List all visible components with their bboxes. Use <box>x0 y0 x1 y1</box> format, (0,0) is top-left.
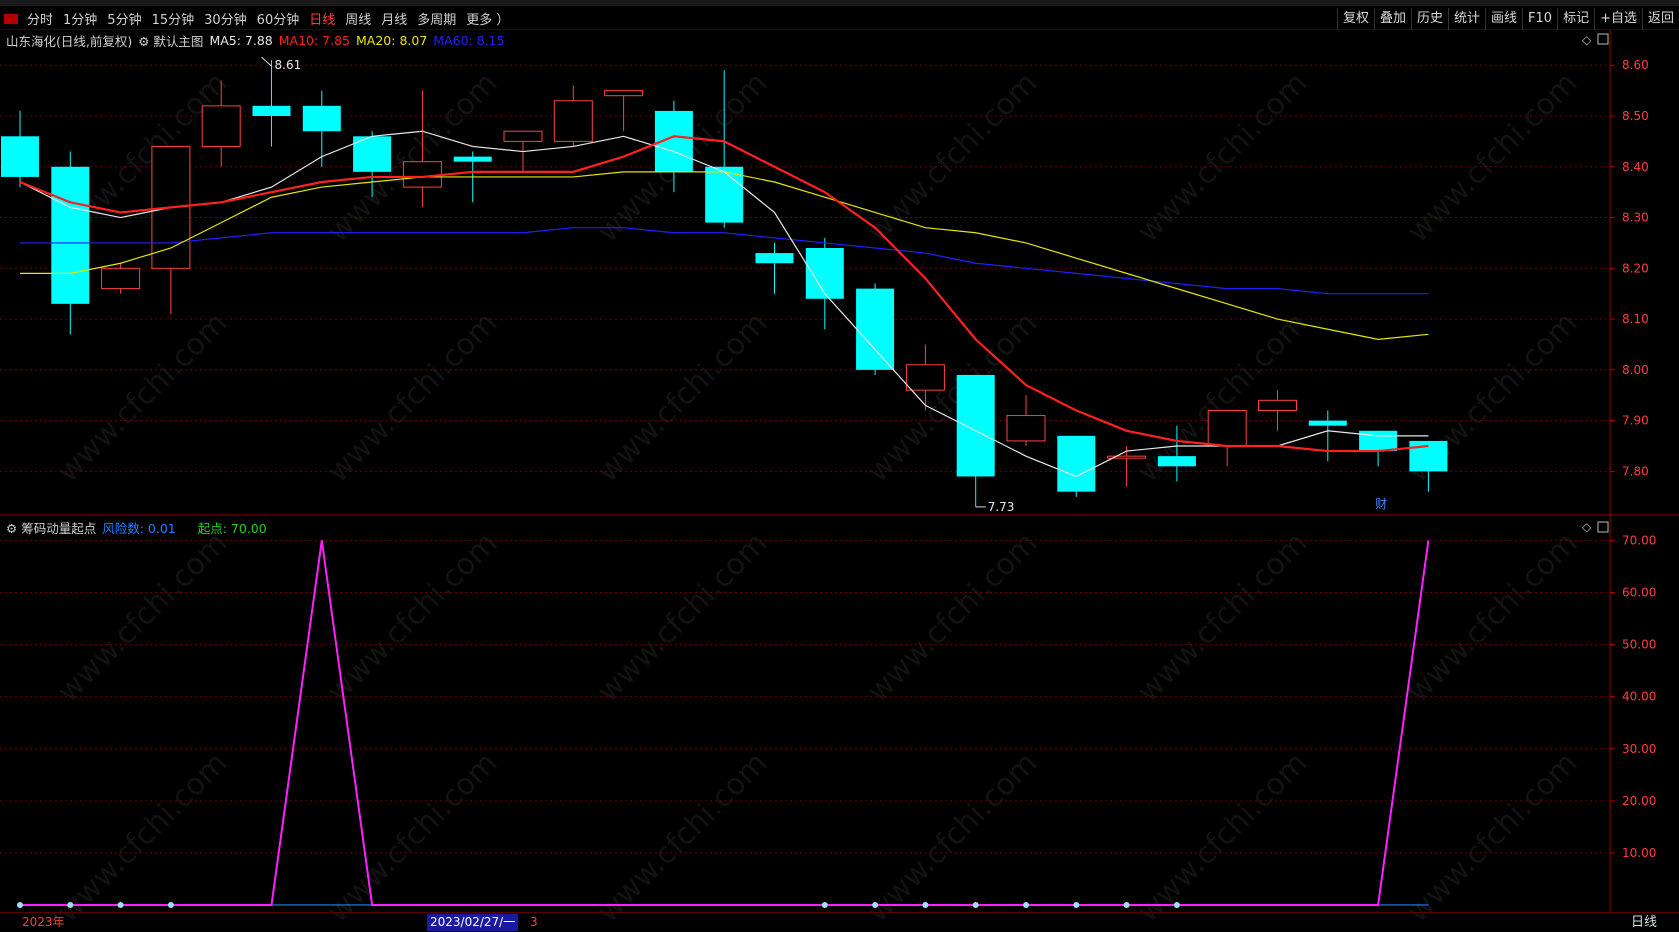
candle-body <box>453 156 492 162</box>
candle-body <box>755 253 794 264</box>
price-tick-label: 8.40 <box>1622 160 1649 174</box>
candle <box>856 283 895 375</box>
candle-body <box>805 248 844 299</box>
signal-dot <box>821 902 828 908</box>
candle-body <box>905 364 945 391</box>
candle-body <box>302 105 341 132</box>
candle <box>805 237 844 330</box>
candle-body <box>705 166 744 223</box>
price-tick-label: 7.80 <box>1622 464 1649 478</box>
candle <box>402 90 442 208</box>
signal-dot <box>67 902 74 908</box>
panel-toggle-icon <box>1597 33 1609 45</box>
footer-bar: 2023年 2023/02/27/一 3 日线 <box>0 912 1679 932</box>
diamond-icon: ◇ <box>1582 520 1592 534</box>
price-tick-label: 8.60 <box>1622 58 1649 72</box>
candle <box>302 90 341 167</box>
indicator-tick-label: 20.00 <box>1622 794 1656 808</box>
signal-dot <box>117 902 124 908</box>
candle <box>905 344 945 411</box>
footer-mark: 3 <box>530 915 538 929</box>
indicator-tick-label: 50.00 <box>1622 638 1656 652</box>
price-tick-label: 8.20 <box>1622 261 1649 275</box>
candle-body <box>1157 456 1196 467</box>
candle-body <box>856 288 895 370</box>
candle <box>1107 446 1147 487</box>
candle-body <box>1 136 39 177</box>
signal-dot <box>167 902 174 908</box>
candle <box>604 90 644 132</box>
candle <box>1207 409 1247 467</box>
candle-body <box>604 90 644 97</box>
candle-body <box>1207 409 1247 447</box>
signal-dot <box>922 902 929 908</box>
candle <box>1 110 39 188</box>
signal-dot <box>872 902 879 908</box>
year-label: 2023年 <box>22 915 65 929</box>
candle <box>201 80 241 167</box>
candle <box>252 60 291 147</box>
chart-canvas[interactable]: 8.60 8.50 8.40 8.30 8.20 8.10 8.00 7.90 7.80 70.0… <box>0 0 1679 932</box>
candle <box>151 145 191 314</box>
candle-body <box>1308 420 1347 426</box>
price-tick-label: 8.30 <box>1622 211 1649 225</box>
candle-body <box>956 374 995 477</box>
indicator-tick-label: 60.00 <box>1622 586 1656 600</box>
price-tick-label: 8.10 <box>1622 312 1649 326</box>
finance-marker: 财 <box>1375 497 1387 511</box>
candle <box>1409 440 1448 492</box>
candle <box>553 85 593 147</box>
candle-body <box>1258 399 1297 411</box>
candle-body <box>1057 435 1096 492</box>
indicator-tick-label: 10.00 <box>1622 846 1656 860</box>
indicator-tick-label: 30.00 <box>1622 742 1656 756</box>
low-label: 7.73 <box>988 500 1015 514</box>
candle-body <box>503 130 543 142</box>
signal-dot <box>17 902 23 908</box>
candle-body <box>51 166 90 304</box>
candle-body <box>402 161 442 188</box>
candle-body <box>101 267 141 290</box>
price-tick-label: 8.50 <box>1622 109 1649 123</box>
signal-dot <box>1073 902 1080 908</box>
high-label: 8.61 <box>275 58 302 72</box>
price-tick-label: 7.90 <box>1622 414 1649 428</box>
ma60-line <box>20 227 1429 295</box>
cursor-date: 2023/02/27/一 <box>427 914 519 931</box>
candle <box>956 374 995 507</box>
price-tick-label: 8.00 <box>1622 363 1649 377</box>
signal-dot <box>1123 902 1130 908</box>
start-signal-line <box>20 540 1430 906</box>
signal-dot <box>1173 902 1180 908</box>
candle <box>1006 395 1046 446</box>
candle-body <box>1409 440 1448 472</box>
diamond-icon: ◇ <box>1582 33 1592 47</box>
candle <box>1258 390 1297 431</box>
candle <box>1057 435 1096 497</box>
candle <box>1157 425 1196 482</box>
candle <box>101 263 141 294</box>
indicator-tick-label: 70.00 <box>1622 533 1656 547</box>
panel-toggle-icon <box>1597 521 1609 533</box>
signal-dot <box>972 902 979 908</box>
candle-body <box>1359 430 1398 452</box>
candle <box>654 100 693 193</box>
candle-body <box>201 105 241 147</box>
candle-body <box>1006 415 1046 442</box>
period-button[interactable]: 日线 <box>1631 914 1657 931</box>
indicator-tick-label: 40.00 <box>1622 690 1656 704</box>
candle-body <box>553 100 593 142</box>
candle <box>1308 410 1347 462</box>
signal-dot <box>1023 902 1029 908</box>
candle-body <box>252 105 291 116</box>
